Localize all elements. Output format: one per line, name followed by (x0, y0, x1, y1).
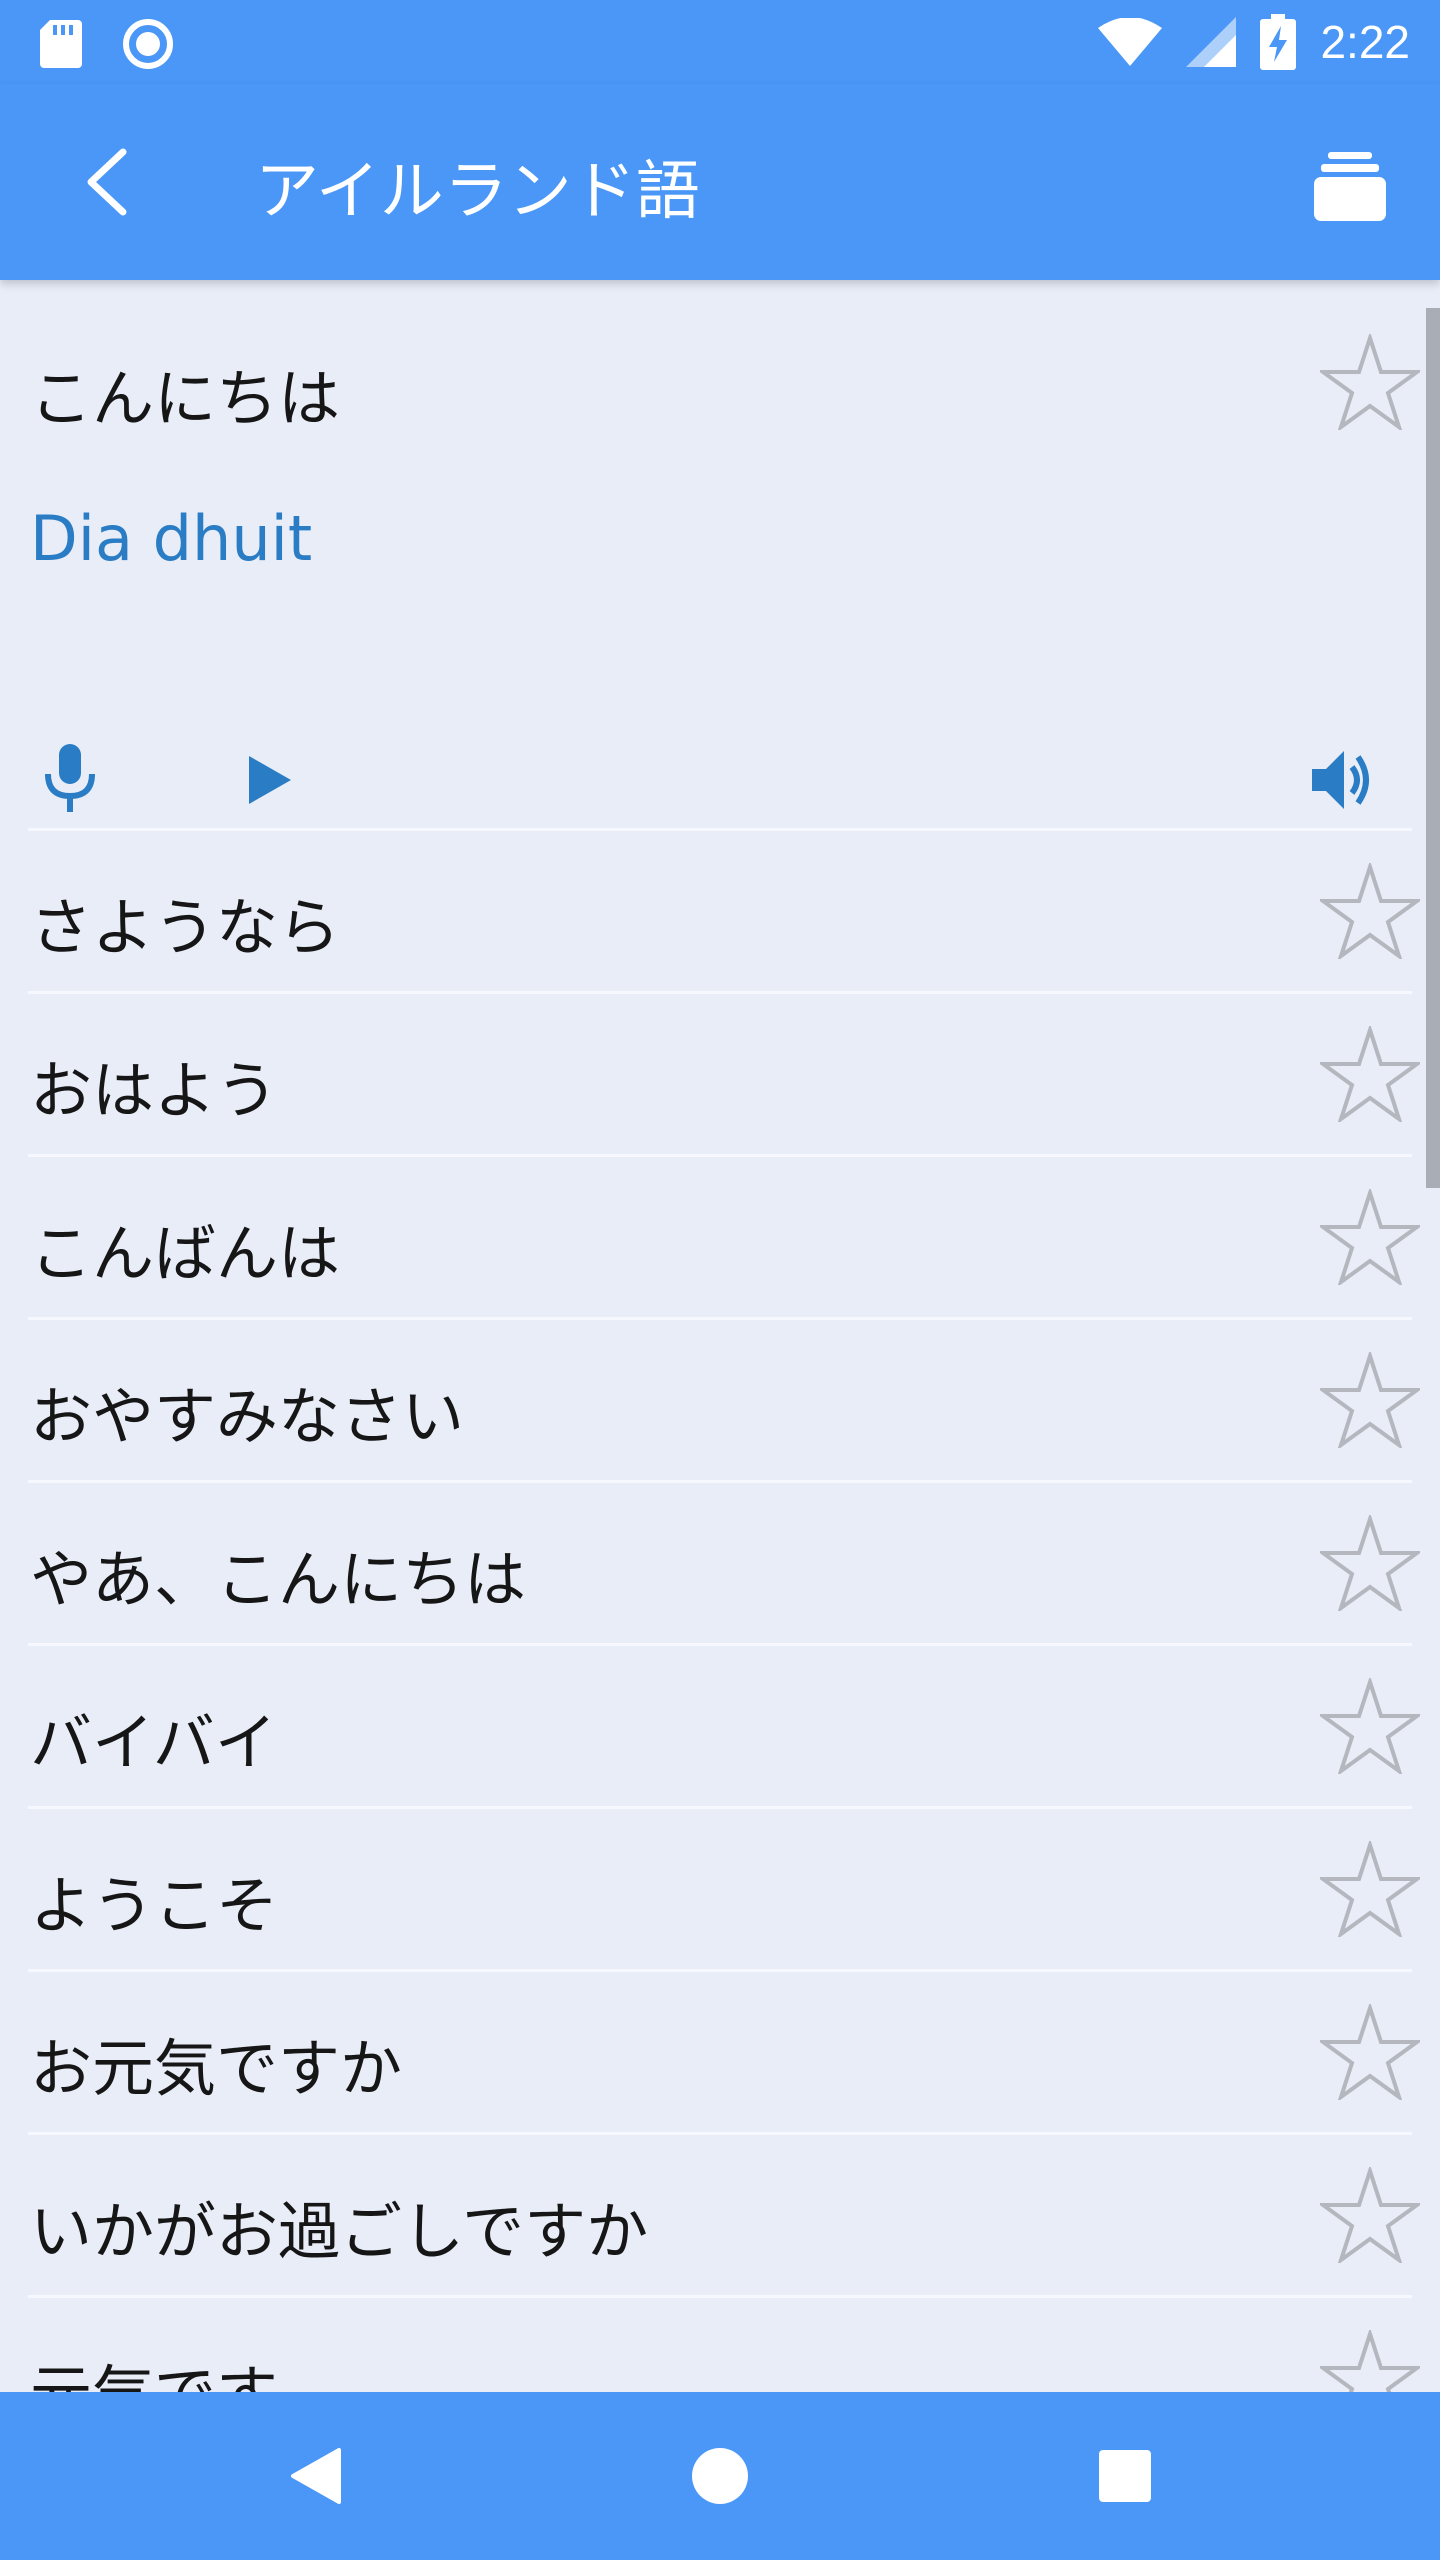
phrase-text: やあ、こんにちは (30, 1543, 527, 1616)
mic-icon (45, 744, 95, 812)
phrase-text: こんにちは (30, 362, 341, 435)
nav-back-button[interactable] (265, 2426, 365, 2526)
phrase-text: バイバイ (30, 1706, 277, 1779)
nav-home-button[interactable] (670, 2426, 770, 2526)
stack-layers-icon (1314, 152, 1386, 221)
sync-circle-icon (123, 19, 173, 69)
favorite-star-button[interactable] (1320, 1187, 1420, 1287)
phrase-list[interactable]: こんにちは Dia dhuit さようなら おはよう こんばんは おやすみなさい… (0, 280, 1440, 2392)
favorite-star-button[interactable] (1320, 1350, 1420, 1450)
favorite-star-button[interactable] (1320, 1839, 1420, 1939)
status-left-icons (40, 18, 174, 70)
star-icon (1320, 2167, 1420, 2263)
list-item[interactable]: ようこそ (0, 1809, 1440, 1972)
favorite-star-button[interactable] (1320, 861, 1420, 961)
favorite-star-button[interactable] (1320, 1024, 1420, 1124)
wifi-icon (1098, 18, 1163, 66)
expanded-phrase-card[interactable]: こんにちは Dia dhuit (0, 280, 1440, 830)
phrase-text: ようこそ (30, 1869, 279, 1942)
star-icon (1320, 1515, 1420, 1611)
nav-home-icon (692, 2448, 748, 2504)
status-bar: 2:22 (0, 0, 1440, 84)
star-icon (1320, 863, 1420, 959)
favorite-star-button[interactable] (1320, 1513, 1420, 1613)
status-time: 2:22 (1320, 16, 1410, 68)
speaker-icon (1312, 751, 1369, 809)
app-bar: アイルランド語 (0, 84, 1440, 280)
stack-menu-button[interactable] (1300, 136, 1400, 236)
record-button[interactable] (30, 730, 110, 830)
sd-card-icon (40, 20, 82, 68)
favorite-star-button[interactable] (1320, 2165, 1420, 2265)
list-item[interactable]: さようなら (0, 831, 1440, 994)
speak-button[interactable] (1300, 735, 1390, 825)
nav-recents-button[interactable] (1075, 2426, 1175, 2526)
list-item[interactable]: おはよう (0, 994, 1440, 1157)
page-title: アイルランド語 (255, 155, 700, 229)
translation-text: Dia dhuit (30, 502, 313, 575)
list-item[interactable]: 元気です (0, 2298, 1440, 2392)
play-icon (249, 756, 291, 804)
phrase-text: お元気ですか (30, 2032, 403, 2105)
star-icon (1320, 2004, 1420, 2100)
list-item[interactable]: こんばんは (0, 1157, 1440, 1320)
phrase-text: 元気です (30, 2344, 278, 2392)
list-item[interactable]: おやすみなさい (0, 1320, 1440, 1483)
back-button[interactable] (56, 132, 156, 232)
nav-back-icon (291, 2448, 341, 2504)
battery-charging-icon (1260, 14, 1297, 70)
system-nav-bar (0, 2392, 1440, 2560)
favorite-star-button[interactable] (1320, 332, 1420, 432)
list-item[interactable]: いかがお過ごしですか (0, 2135, 1440, 2298)
star-icon (1320, 334, 1420, 430)
phrase-text: おはよう (30, 1054, 279, 1127)
star-icon (1320, 1189, 1420, 1285)
play-recording-button[interactable] (230, 735, 310, 825)
phrase-text: さようなら (30, 891, 341, 964)
list-item[interactable]: お元気ですか (0, 1972, 1440, 2135)
list-item[interactable]: バイバイ (0, 1646, 1440, 1809)
phrase-text: こんばんは (30, 1217, 341, 1290)
star-icon (1320, 1678, 1420, 1774)
list-item[interactable]: やあ、こんにちは (0, 1483, 1440, 1646)
favorite-star-button[interactable] (1320, 2002, 1420, 2102)
phrase-text: いかがお過ごしですか (30, 2195, 649, 2268)
star-icon (1320, 2330, 1420, 2392)
star-icon (1320, 1352, 1420, 1448)
back-arrow-icon (87, 148, 127, 216)
status-right-icons: 2:22 (1098, 10, 1410, 74)
favorite-star-button[interactable] (1320, 2328, 1420, 2392)
star-icon (1320, 1841, 1420, 1937)
cell-signal-icon (1186, 17, 1237, 67)
favorite-star-button[interactable] (1320, 1676, 1420, 1776)
nav-recents-icon (1099, 2450, 1151, 2502)
star-icon (1320, 1026, 1420, 1122)
phrase-text: おやすみなさい (30, 1380, 465, 1453)
